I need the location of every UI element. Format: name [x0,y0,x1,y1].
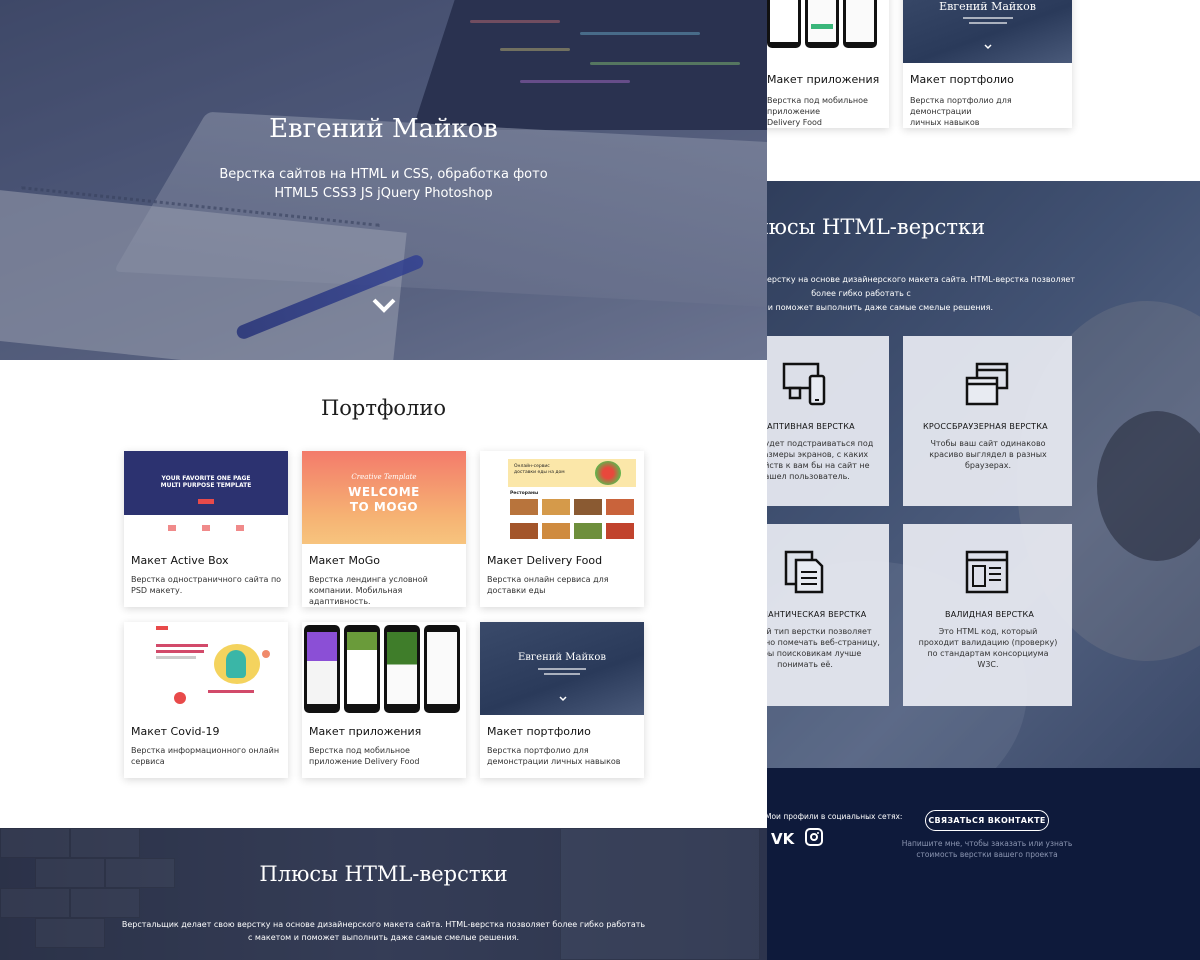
portfolio-card-covid[interactable]: Макет Covid-19 Верстка информационного о… [124,622,288,778]
plus-section: Плюсы HTML-верстки Верстальщик делает св… [0,828,767,960]
plus-section-title: Плюсы HTML-верстки [767,215,986,239]
documents-icon [784,550,824,594]
thumb-text: Евгений Майков [939,0,1036,13]
feature-card-crossbrowser: КРОССБРАУЗЕРНАЯ ВЕРСТКА Чтобы ваш сайт о… [903,336,1072,506]
feature-desc: Это HTML код, который проходит валидацию… [918,627,1058,669]
thumb-text: Евгений Майков [517,652,607,663]
portfolio-thumb: Евгений Майков [903,0,1072,63]
hero-subtitle: Верстка сайтов на HTML и CSS, обработка … [0,165,767,203]
feature-card-valid: ВАЛИДНАЯ ВЕРСТКА Это HTML код, который п… [903,524,1072,706]
portfolio-card-title: Макет MoGo [309,554,381,567]
portfolio-thumb [302,622,466,715]
feature-title: СЕМАНТИЧЕСКАЯ ВЕРСТКА [767,610,867,619]
portfolio-title: Портфолио [320,396,447,420]
feature-desc: Чтобы ваш сайт одинаково красиво выгляде… [929,439,1047,470]
feature-desc: Данный тип верстки позволяет правильно п… [767,627,880,669]
instagram-icon[interactable] [805,828,823,846]
portfolio-thumb [124,622,288,715]
portfolio-card-desc: Верстка под мобильное приложение Deliver… [767,96,868,127]
thumb-text: TO MOGO [349,500,419,514]
portfolio-card-desc: Верстка одностраничного сайта по PSD мак… [131,575,282,595]
feature-card-semantic: СЕМАНТИЧЕСКАЯ ВЕРСТКА Данный тип верстки… [767,524,889,706]
portfolio-card-desc: Верстка онлайн сервиса для доставки еды [487,575,609,595]
thumb-text: Онлайн-сервис [514,464,550,469]
portfolio-card-title: Макет портфолио [910,73,1014,86]
portfolio-card-desc: Верстка лендинга условной компании. Моби… [309,575,428,606]
plus-section-desc: Верстальщик делает свою верстку на основ… [121,920,646,942]
portfolio-card-portfolio[interactable]: Евгений Майков Макет портфолио Верстка п… [480,622,644,778]
portfolio-card-title: Макет приложения [767,73,880,86]
browser-windows-icon [965,362,1009,406]
portfolio-card-active-box[interactable]: YOUR FAVORITE ONE PAGE MULTI PURPOSE TEM… [124,451,288,607]
portfolio-card-desc: Верстка портфолио для демонстрации личны… [910,96,1012,127]
portfolio-card-title: Макет Delivery Food [487,554,603,567]
hero-subtitle-line: Верстка сайтов на HTML и CSS, обработка … [219,167,548,182]
webpage-layout-icon [965,550,1009,594]
portfolio-card-mogo[interactable]: Creative Template WELCOME TO MOGO Макет … [302,451,466,607]
portfolio-continued: Макет приложения Верстка под мобильное п… [767,0,1200,181]
thumb-text: YOUR FAVORITE ONE PAGE [161,475,251,482]
portfolio-card-app[interactable]: Макет приложения Верстка под мобильное п… [302,622,466,778]
vk-icon[interactable]: VK [771,830,794,848]
devices-icon [782,362,826,406]
portfolio-card-desc: Верстка информационного онлайн сервиса [131,746,280,766]
portfolio-thumb: Онлайн-сервис доставки еды на дом Рестор… [480,451,644,544]
hero-subtitle-line: HTML5 CSS3 JS jQuery Photoshop [274,186,493,201]
portfolio-thumb [767,0,889,63]
chevron-down-icon [559,696,567,702]
plus-section-title: Плюсы HTML-верстки [259,862,508,886]
portfolio-section: Портфолио YOUR FAVORITE ONE PAGE MULTI P… [0,360,767,828]
portfolio-card-delivery-food[interactable]: Онлайн-сервис доставки еды на дом Рестор… [480,451,644,607]
left-page: Евгений Майков Верстка сайтов на HTML и … [0,0,767,960]
portfolio-card-portfolio[interactable]: Евгений Майков Макет портфолио Верстка п… [903,0,1072,128]
portfolio-card-app[interactable]: Макет приложения Верстка под мобильное п… [767,0,889,128]
thumb-text: MULTI PURPOSE TEMPLATE [160,482,252,489]
right-page: Макет приложения Верстка под мобильное п… [767,0,1200,960]
plus-section-expanded: Плюсы HTML-верстки Верстальщик делает св… [767,181,1200,768]
feature-title: ВАЛИДНАЯ ВЕРСТКА [945,610,1034,619]
portfolio-card-desc: Верстка под мобильное приложение Deliver… [309,746,420,766]
chevron-down-icon [984,44,992,50]
portfolio-card-title: Макет портфолио [487,725,591,738]
feature-title: КРОССБРАУЗЕРНАЯ ВЕРСТКА [923,422,1048,431]
portfolio-card-desc: Верстка портфолио для демонстрации личны… [487,746,621,766]
portfolio-card-title: Макет Covid-19 [131,725,220,738]
thumb-text: Creative Template [351,473,417,481]
thumb-text: WELCOME [348,485,420,499]
feature-desc: Сайт будет подстраиваться под все размер… [767,439,874,481]
contact-note: Напишите мне, чтобы заказать или узнать … [901,839,1073,859]
feature-title: АДАПТИВНАЯ ВЕРСТКА [767,422,855,431]
chevron-down-icon[interactable] [372,296,396,314]
plus-section-desc: Верстальщик делает свою верстку на основ… [767,275,1075,312]
portfolio-card-title: Макет приложения [309,725,422,738]
contact-vk-button[interactable]: СВЯЗАТЬСЯ ВКОНТАКТЕ [925,810,1049,831]
hero-title: Евгений Майков [269,114,498,144]
portfolio-thumb: YOUR FAVORITE ONE PAGE MULTI PURPOSE TEM… [124,451,288,544]
footer: Мои профили в социальных сетях: VK СВЯЗА… [767,768,1200,960]
thumb-text: доставки еды на дом [514,470,565,475]
feature-card-adaptive: АДАПТИВНАЯ ВЕРСТКА Сайт будет подстраива… [767,336,889,506]
portfolio-thumb: Евгений Майков [480,622,644,715]
social-label: Мои профили в социальных сетях: [767,812,903,821]
hero-section: Евгений Майков Верстка сайтов на HTML и … [0,0,767,360]
thumb-text: Рестораны [510,491,539,496]
portfolio-card-title: Макет Active Box [131,554,229,567]
portfolio-thumb: Creative Template WELCOME TO MOGO [302,451,466,544]
